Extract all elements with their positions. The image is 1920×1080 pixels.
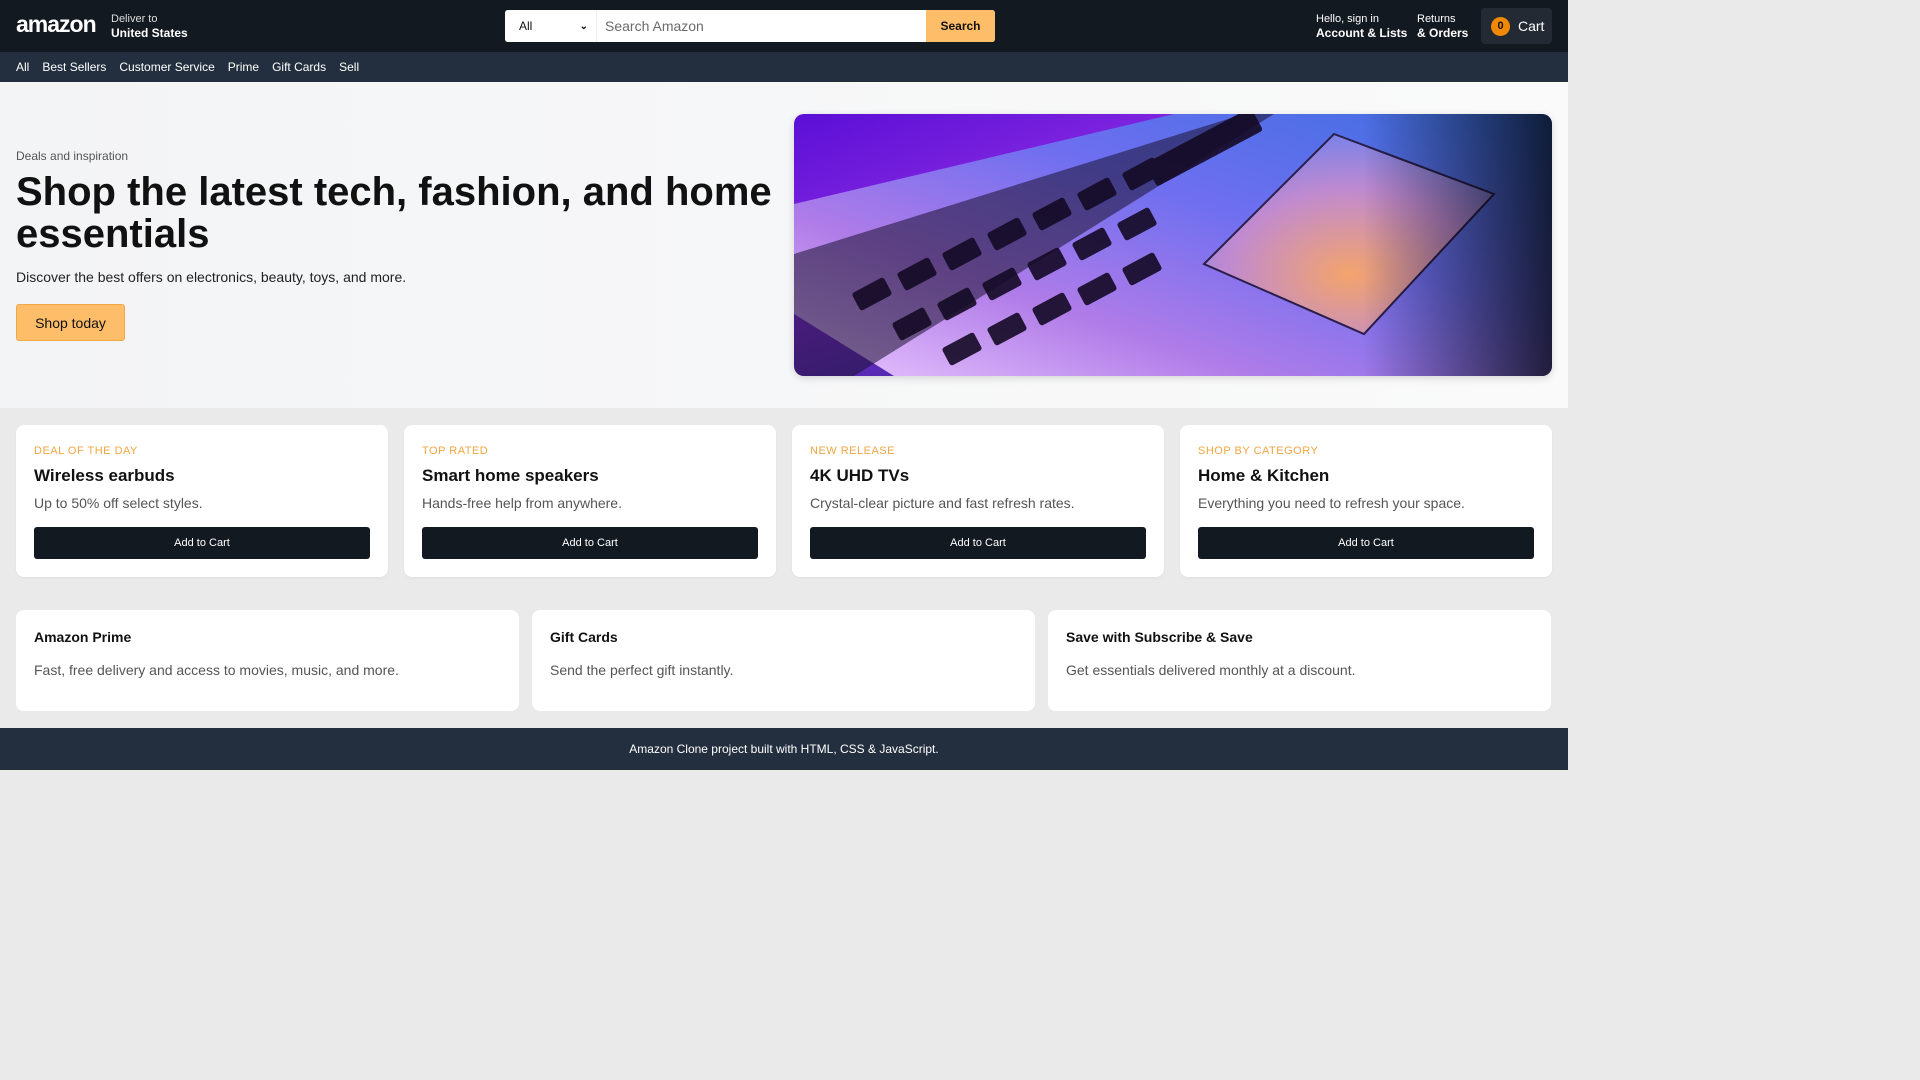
orders-label: & Orders [1417, 26, 1469, 41]
footer-text: Amazon Clone project built with HTML, CS… [629, 742, 939, 756]
returns-orders[interactable]: Returns & Orders [1417, 13, 1468, 41]
info-card-prime[interactable]: Amazon Prime Fast, free delivery and acc… [16, 610, 519, 711]
add-to-cart-button[interactable]: Add to Cart [422, 527, 758, 559]
search-input[interactable] [597, 10, 926, 42]
account-lists[interactable]: Hello, sign in Account & Lists [1316, 13, 1407, 41]
info-title: Save with Subscribe & Save [1066, 629, 1253, 645]
deal-title: Smart home speakers [422, 466, 599, 485]
deal-description: Up to 50% off select styles. [34, 495, 203, 511]
info-description: Send the perfect gift instantly. [550, 662, 734, 678]
deliver-to[interactable]: Deliver to United States [111, 13, 188, 41]
nav-item-prime[interactable]: Prime [228, 60, 259, 74]
deliver-label: Deliver to [111, 13, 158, 25]
deal-description: Everything you need to refresh your spac… [1198, 495, 1465, 511]
hero-section: Deals and inspiration Shop the latest te… [0, 82, 1568, 408]
deal-description: Hands-free help from anywhere. [422, 495, 622, 511]
page-footer: Amazon Clone project built with HTML, CS… [0, 728, 1568, 770]
deal-title: Wireless earbuds [34, 466, 175, 485]
info-cards: Amazon Prime Fast, free delivery and acc… [16, 610, 1552, 711]
info-card-subscribe-save[interactable]: Save with Subscribe & Save Get essential… [1048, 610, 1551, 711]
chevron-down-icon: ⌄ [579, 20, 588, 32]
search-category-value: All [519, 19, 533, 33]
deal-kicker: SHOP BY CATEGORY [1198, 445, 1319, 457]
info-description: Get essentials delivered monthly at a di… [1066, 662, 1356, 678]
category-nav: All Best Sellers Customer Service Prime … [0, 52, 1568, 82]
nav-item-all[interactable]: All [16, 60, 29, 74]
top-header: amazon Deliver to United States All ⌄ Se… [0, 0, 1568, 52]
add-to-cart-button[interactable]: Add to Cart [34, 527, 370, 559]
deal-card: SHOP BY CATEGORY Home & Kitchen Everythi… [1180, 425, 1552, 577]
deal-kicker: NEW RELEASE [810, 445, 895, 457]
search-category-select[interactable]: All ⌄ [505, 10, 597, 42]
search-bar: All ⌄ Search [505, 10, 995, 42]
hero-laptop-image [794, 114, 1552, 376]
nav-item-best-sellers[interactable]: Best Sellers [42, 60, 106, 74]
nav-item-gift-cards[interactable]: Gift Cards [272, 60, 326, 74]
account-label: Account & Lists [1316, 26, 1408, 41]
deal-title: Home & Kitchen [1198, 466, 1330, 485]
hero-kicker: Deals and inspiration [16, 149, 129, 163]
deal-title: 4K UHD TVs [810, 466, 910, 485]
hero-description: Discover the best offers on electronics,… [16, 269, 407, 285]
deal-card: TOP RATED Smart home speakers Hands-free… [404, 425, 776, 577]
nav-item-customer-service[interactable]: Customer Service [119, 60, 214, 74]
deal-kicker: DEAL OF THE DAY [34, 445, 138, 457]
add-to-cart-button[interactable]: Add to Cart [810, 527, 1146, 559]
deal-description: Crystal-clear picture and fast refresh r… [810, 495, 1075, 511]
search-button[interactable]: Search [926, 10, 995, 42]
deal-card: DEAL OF THE DAY Wireless earbuds Up to 5… [16, 425, 388, 577]
deal-cards: DEAL OF THE DAY Wireless earbuds Up to 5… [16, 425, 1552, 577]
account-greeting: Hello, sign in [1316, 13, 1379, 25]
add-to-cart-button[interactable]: Add to Cart [1198, 527, 1534, 559]
shop-today-button[interactable]: Shop today [16, 304, 125, 341]
cart-button[interactable]: 0 Cart [1481, 8, 1552, 44]
nav-item-sell[interactable]: Sell [339, 60, 359, 74]
amazon-logo[interactable]: amazon [16, 11, 97, 38]
info-title: Gift Cards [550, 629, 618, 645]
deal-card: NEW RELEASE 4K UHD TVs Crystal-clear pic… [792, 425, 1164, 577]
info-description: Fast, free delivery and access to movies… [34, 662, 399, 678]
cart-count-badge: 0 [1491, 16, 1510, 36]
deliver-location: United States [111, 26, 188, 41]
returns-label: Returns [1417, 13, 1456, 25]
info-card-gift-cards[interactable]: Gift Cards Send the perfect gift instant… [532, 610, 1035, 711]
hero-title: Shop the latest tech, fashion, and home … [16, 170, 772, 256]
info-title: Amazon Prime [34, 629, 132, 645]
cart-label: Cart [1518, 18, 1545, 34]
deal-kicker: TOP RATED [422, 445, 489, 457]
